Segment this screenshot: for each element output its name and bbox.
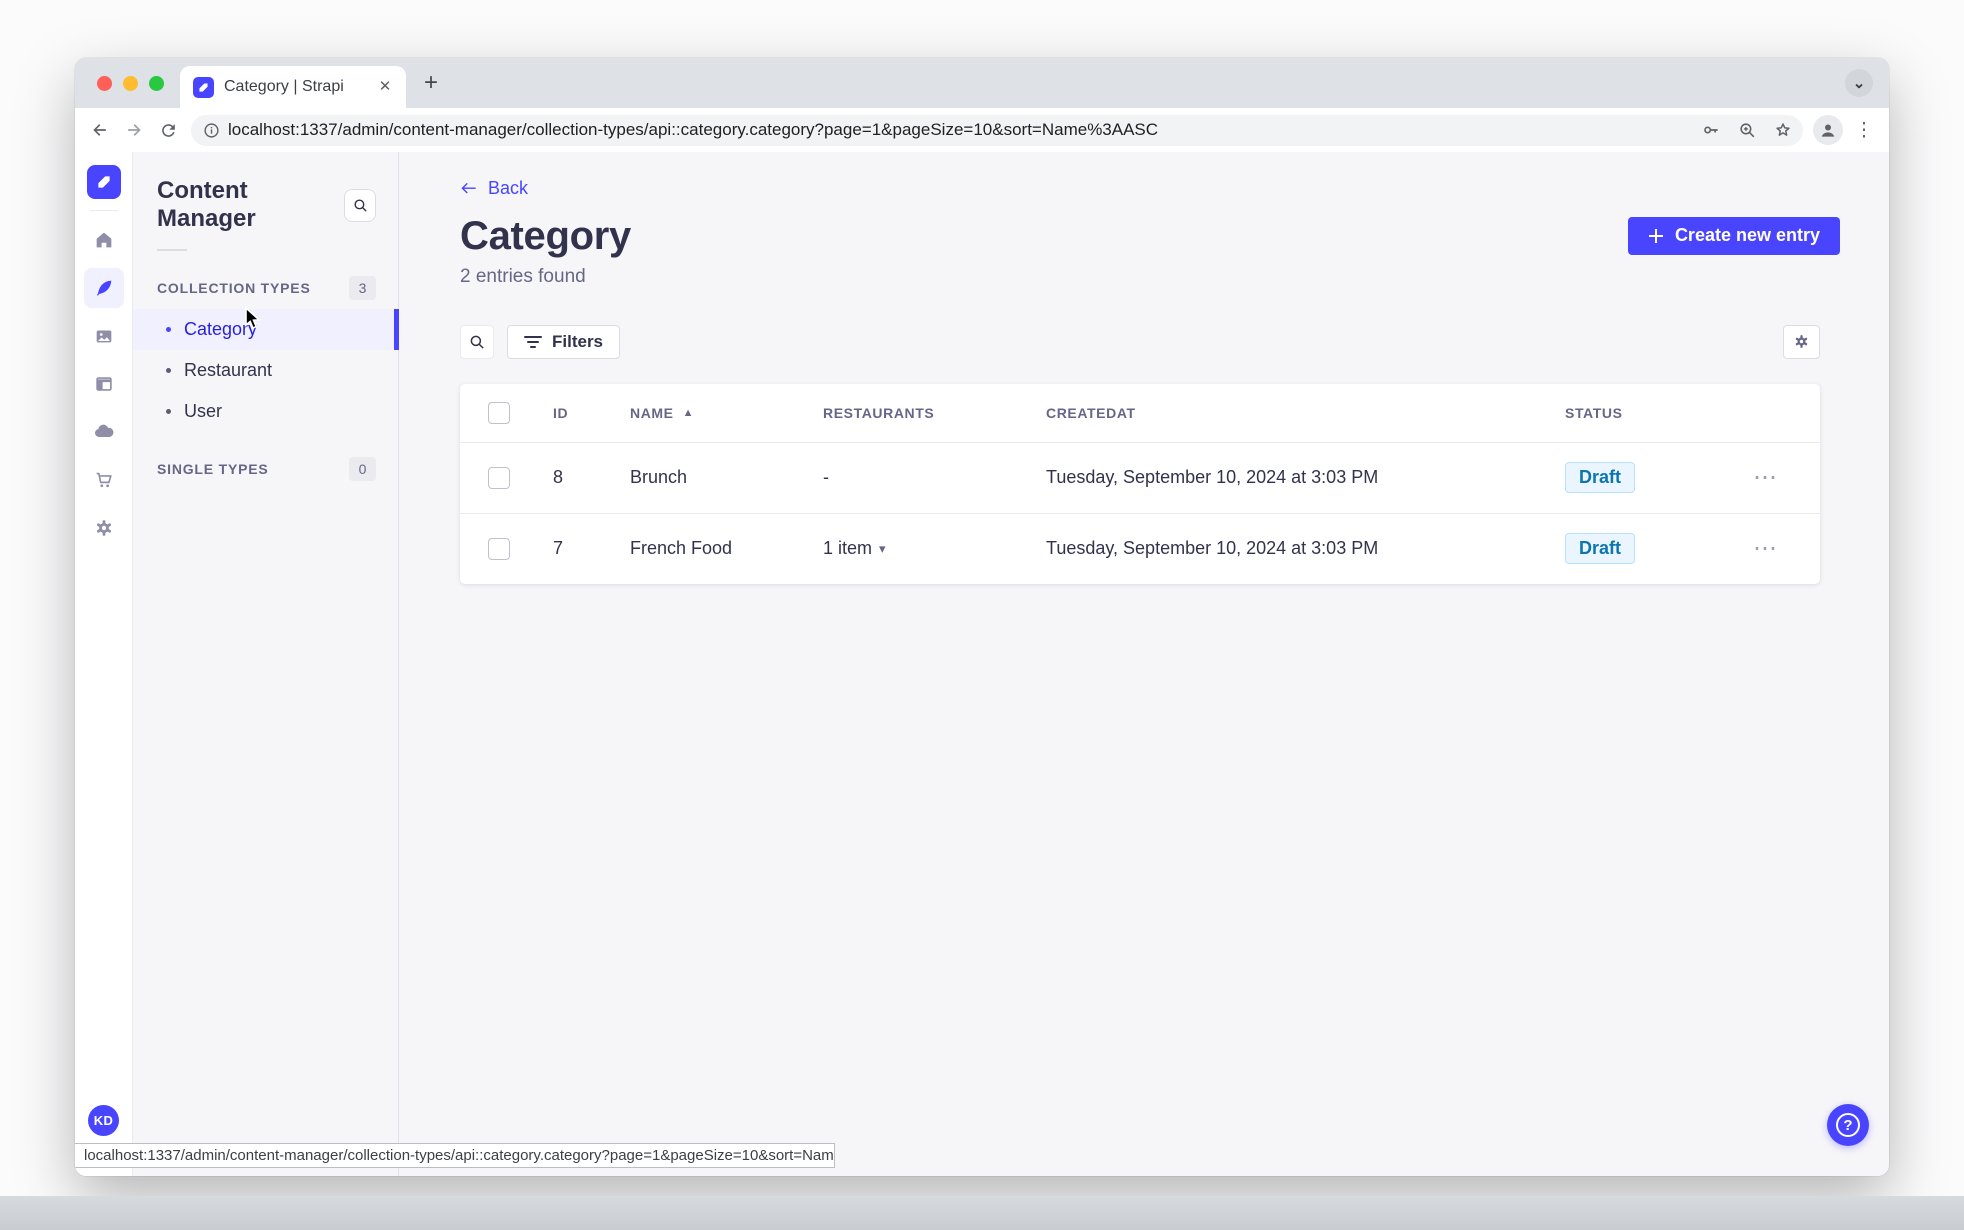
column-header-status[interactable]: STATUS — [1565, 405, 1745, 421]
column-header-restaurants[interactable]: RESTAURANTS — [823, 405, 1046, 421]
filters-button[interactable]: Filters — [507, 324, 621, 359]
filter-icon — [524, 335, 542, 348]
forward-icon[interactable] — [117, 113, 151, 147]
browser-tab[interactable]: Category | Strapi ✕ — [180, 66, 406, 108]
sidebar-item-user[interactable]: User — [133, 391, 398, 432]
entries-table: ID NAME ▲ RESTAURANTS CREATEDAT STATUS 8… — [460, 383, 1820, 584]
zoom-window-button[interactable] — [149, 75, 164, 91]
collection-types-section: COLLECTION TYPES 3 — [133, 267, 398, 309]
new-tab-button[interactable]: + — [416, 68, 446, 98]
row-checkbox[interactable] — [488, 466, 510, 489]
content-type-builder-icon[interactable] — [84, 364, 124, 404]
sidebar-item-restaurant[interactable]: Restaurant — [133, 350, 398, 391]
single-types-label: SINGLE TYPES — [157, 461, 269, 477]
desktop-bottom-band — [0, 1196, 1964, 1230]
marketplace-cart-icon[interactable] — [84, 460, 124, 500]
sidebar-item-label: Category — [184, 319, 258, 339]
settings-gear-icon[interactable] — [84, 508, 124, 548]
url-text[interactable]: localhost:1337/admin/content-manager/col… — [228, 120, 1689, 140]
media-library-icon[interactable] — [84, 316, 124, 356]
browser-toolbar: localhost:1337/admin/content-manager/col… — [75, 108, 1889, 152]
cloud-icon[interactable] — [84, 412, 124, 452]
collection-types-label: COLLECTION TYPES — [157, 280, 311, 296]
tab-search-button[interactable]: ⌄ — [1845, 69, 1873, 97]
single-types-section: SINGLE TYPES 0 — [133, 448, 398, 490]
row-actions-icon[interactable]: ⋯ — [1745, 534, 1779, 563]
table-settings-gear-icon[interactable] — [1783, 324, 1820, 359]
sidebar-title: Content Manager — [157, 177, 256, 232]
cell-restaurants: - — [823, 467, 829, 487]
url-bar[interactable]: localhost:1337/admin/content-manager/col… — [191, 114, 1803, 146]
help-button[interactable]: ? — [1827, 1104, 1869, 1146]
select-all-checkbox[interactable] — [488, 401, 510, 424]
site-info-icon[interactable] — [203, 122, 220, 139]
minimize-window-button[interactable] — [123, 75, 138, 91]
sidebar-divider — [157, 249, 187, 251]
search-icon[interactable] — [460, 324, 494, 359]
cell-name: French Food — [630, 538, 733, 558]
strapi-admin: KD Content Manager COLLECTION TYPES 3 Ca… — [75, 152, 1889, 1176]
row-actions-icon[interactable]: ⋯ — [1745, 463, 1779, 492]
table-row[interactable]: 8 Brunch - Tuesday, September 10, 2024 a… — [460, 441, 1820, 513]
browser-window: Category | Strapi ✕ + ⌄ localhost:1337/a… — [75, 58, 1889, 1176]
sidebar-search-icon[interactable] — [344, 188, 376, 222]
sidebar-item-category[interactable]: Category — [133, 309, 399, 350]
back-icon[interactable] — [83, 113, 117, 147]
tab-title: Category | Strapi — [224, 78, 344, 95]
sort-asc-icon: ▲ — [682, 406, 695, 419]
create-new-entry-button[interactable]: Create new entry — [1627, 216, 1840, 255]
strapi-logo[interactable] — [86, 165, 121, 199]
column-header-createdat[interactable]: CREATEDAT — [1046, 405, 1565, 421]
bullet-icon — [166, 327, 171, 332]
profile-avatar-icon[interactable] — [1813, 115, 1843, 145]
cell-name: Brunch — [630, 467, 688, 487]
nav-rail: KD — [75, 152, 133, 1176]
bullet-icon — [166, 368, 171, 373]
bullet-icon — [166, 409, 171, 414]
zoom-page-icon[interactable] — [1733, 116, 1761, 144]
main-content: Back Category Create new entry 2 entries… — [399, 152, 1889, 1176]
question-mark-icon: ? — [1836, 1113, 1860, 1137]
home-icon[interactable] — [84, 220, 124, 260]
table-row[interactable]: 7 French Food 1 item ▾ Tuesday, Septembe… — [460, 512, 1820, 584]
status-bar-link-preview: localhost:1337/admin/content-manager/col… — [75, 1143, 835, 1168]
close-window-button[interactable] — [97, 75, 112, 91]
page-title: Category — [460, 213, 631, 258]
cell-restaurants-expand[interactable]: 1 item ▾ — [823, 538, 1046, 559]
window-controls — [75, 75, 180, 91]
sidebar-item-label: Restaurant — [184, 360, 273, 380]
cell-createdat: Tuesday, September 10, 2024 at 3:03 PM — [1046, 467, 1379, 487]
status-badge: Draft — [1565, 462, 1636, 493]
user-avatar[interactable]: KD — [88, 1105, 119, 1136]
table-header-row: ID NAME ▲ RESTAURANTS CREATEDAT STATUS — [460, 384, 1820, 442]
sidebar-item-label: User — [184, 401, 223, 421]
cell-id: 8 — [553, 467, 564, 487]
back-arrow-icon — [461, 182, 476, 194]
content-manager-icon[interactable] — [83, 268, 124, 308]
status-badge: Draft — [1565, 533, 1636, 564]
rail-divider — [89, 210, 118, 211]
caret-down-icon: ▾ — [879, 540, 886, 556]
content-manager-sidebar: Content Manager COLLECTION TYPES 3 Categ… — [133, 152, 399, 1176]
column-header-name[interactable]: NAME ▲ — [630, 405, 823, 421]
entries-count: 2 entries found — [460, 265, 586, 287]
browser-menu-icon[interactable]: ⋮ — [1849, 115, 1879, 145]
bookmark-star-icon[interactable] — [1769, 116, 1797, 144]
row-checkbox[interactable] — [488, 537, 510, 560]
browser-tab-strip: Category | Strapi ✕ + ⌄ — [75, 58, 1889, 108]
plus-icon — [1648, 228, 1663, 243]
back-link[interactable]: Back — [460, 178, 528, 199]
cell-id: 7 — [553, 538, 564, 558]
single-types-count: 0 — [349, 457, 376, 481]
password-key-icon[interactable] — [1697, 116, 1725, 144]
strapi-favicon — [193, 76, 214, 98]
cell-createdat: Tuesday, September 10, 2024 at 3:03 PM — [1046, 538, 1379, 558]
collection-types-count: 3 — [349, 276, 376, 300]
column-header-id[interactable]: ID — [540, 405, 630, 421]
tab-close-icon[interactable]: ✕ — [374, 76, 396, 98]
reload-icon[interactable] — [151, 113, 185, 147]
